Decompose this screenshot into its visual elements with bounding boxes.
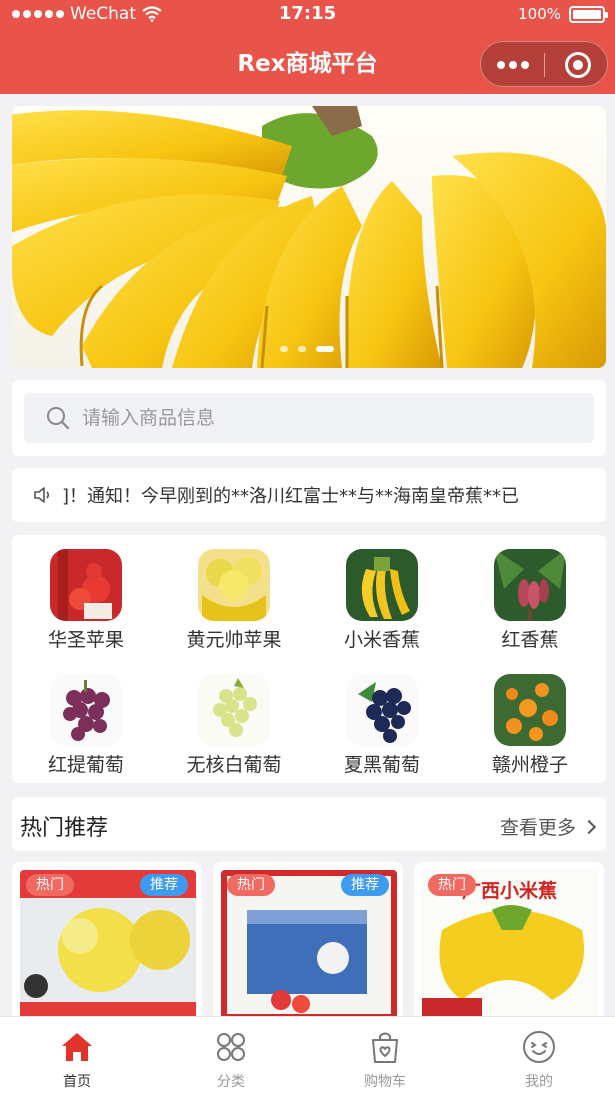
hot-badge: 热门 (26, 874, 74, 896)
hot-badge: 热门 (227, 874, 275, 896)
mini-program-capsule (480, 41, 608, 87)
recommend-badge: 推荐 (140, 874, 188, 896)
black-grape-image (346, 674, 418, 746)
category-label: 黄元帅苹果 (186, 629, 282, 651)
speaker-icon (34, 487, 50, 503)
hot-section-header: 热门推荐 查看更多 (12, 797, 606, 851)
status-bar: WeChat 17:15 100% (0, 0, 615, 30)
tab-home[interactable]: 首页 (0, 1017, 154, 1094)
tab-label: 我的 (525, 1074, 553, 1090)
green-grape-image (198, 674, 270, 746)
red-banana-image (494, 549, 566, 621)
capsule-divider (544, 53, 545, 77)
category-grid: 华圣苹果 黄元帅苹果 小米香蕉 红香蕉 红提葡萄 无核白葡萄 夏黑葡萄 赣州橙子 (12, 535, 606, 783)
yellow-apple-image (198, 549, 270, 621)
category-item-yellow-apple[interactable]: 黄元帅苹果 (160, 549, 308, 652)
search-icon (47, 407, 70, 430)
tab-category[interactable]: 分类 (154, 1017, 308, 1094)
red-apple-image (50, 549, 122, 621)
tab-bar: 首页 分类 购物车 我的 (0, 1016, 615, 1094)
product-card[interactable]: 热门 推荐 (12, 862, 202, 1022)
search-bar[interactable] (24, 393, 594, 443)
tab-label: 购物车 (364, 1074, 406, 1090)
recommend-badge: 推荐 (341, 874, 389, 896)
category-item-huasheng-apple[interactable]: 华圣苹果 (12, 549, 160, 652)
product-card[interactable]: 热门 推荐 (213, 862, 403, 1022)
tab-label: 分类 (217, 1074, 245, 1090)
red-grape-image (50, 674, 122, 746)
category-label: 红提葡萄 (47, 754, 124, 776)
category-item-red-grape[interactable]: 红提葡萄 (12, 674, 160, 777)
tab-profile[interactable]: 我的 (462, 1017, 615, 1094)
category-item-black-grape[interactable]: 夏黑葡萄 (308, 674, 456, 777)
category-label: 无核白葡萄 (186, 754, 282, 776)
category-label: 小米香蕉 (343, 629, 420, 651)
category-label: 红香蕉 (501, 629, 559, 651)
cart-bag-icon (372, 1032, 398, 1063)
category-item-green-grape[interactable]: 无核白葡萄 (160, 674, 308, 777)
category-item-red-banana[interactable]: 红香蕉 (456, 549, 604, 652)
battery-percent: 100% (518, 5, 561, 23)
banner-carousel[interactable] (12, 106, 606, 368)
battery-icon (569, 5, 608, 23)
banana-bunch-image (12, 106, 606, 368)
small-banana-image (346, 549, 418, 621)
category-item-orange[interactable]: 赣州橙子 (456, 674, 604, 777)
search-card (12, 380, 606, 456)
search-input[interactable] (82, 407, 562, 429)
category-label: 赣州橙子 (491, 754, 568, 776)
tab-label: 首页 (63, 1074, 91, 1090)
close-target-icon[interactable] (565, 52, 591, 78)
more-menu-icon[interactable] (497, 61, 529, 69)
orange-image (494, 674, 566, 746)
indicator-dot[interactable] (280, 346, 288, 352)
category-icon (217, 1033, 245, 1061)
hot-section-title: 热门推荐 (20, 816, 109, 841)
product-overlay-title: 广西小米蕉 (462, 880, 558, 902)
view-more-link[interactable]: 查看更多 (499, 813, 597, 840)
category-label: 夏黑葡萄 (343, 754, 420, 776)
product-card[interactable]: 广西小米蕉 热门 (414, 862, 604, 1022)
notice-text: ]！通知！今早刚到的**洛川红富士**与**海南皇帝蕉**已 (62, 486, 520, 507)
battery-info: 100% (518, 5, 608, 23)
top-bar: WeChat 17:15 100% Rex商城平台 (0, 0, 615, 94)
category-item-small-banana[interactable]: 小米香蕉 (308, 549, 456, 652)
notice-bar[interactable]: ]！通知！今早刚到的**洛川红富士**与**海南皇帝蕉**已 (12, 468, 606, 522)
indicator-dot[interactable] (298, 346, 306, 352)
tab-cart[interactable]: 购物车 (308, 1017, 462, 1094)
home-icon (62, 1033, 92, 1061)
indicator-dot-active[interactable] (316, 346, 334, 352)
view-more-label: 查看更多 (499, 817, 576, 839)
hot-badge: 热门 (428, 874, 476, 896)
category-label: 华圣苹果 (47, 629, 124, 651)
banner-indicators (280, 346, 334, 352)
chevron-right-icon (581, 819, 597, 834)
smiley-icon (523, 1031, 555, 1063)
